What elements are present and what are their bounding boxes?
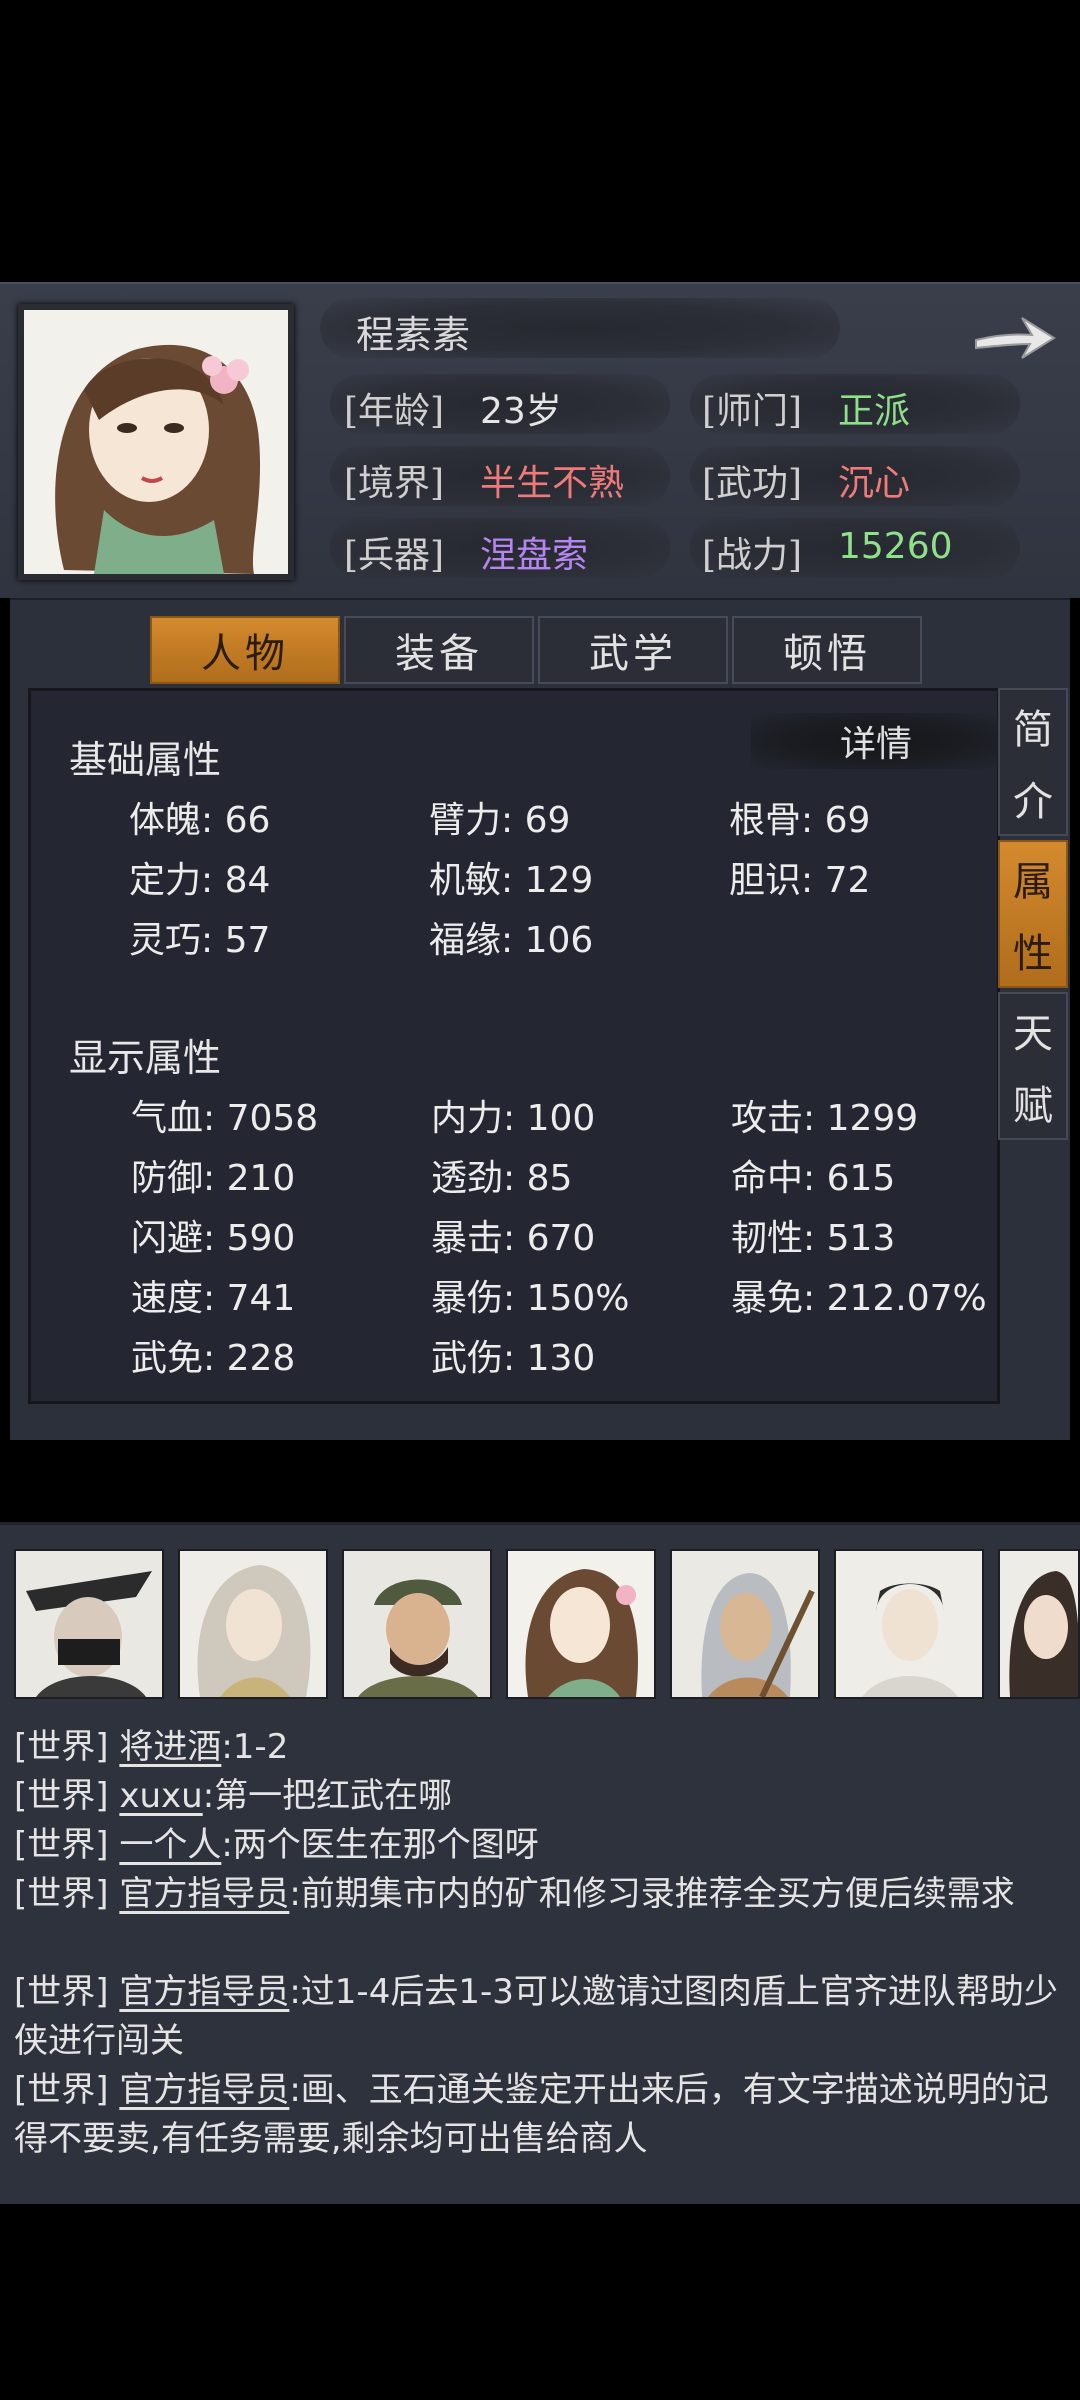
tab-enlightenment[interactable]: 顿悟: [732, 616, 922, 684]
details-button[interactable]: 详情: [751, 713, 1001, 769]
character-name: 程素素: [356, 313, 471, 357]
realm-value: 半生不熟: [480, 463, 625, 504]
chat-channel: [世界]: [14, 1776, 109, 1816]
power-label: [战力]: [702, 535, 803, 576]
chat-message: [世界] 官方指导员:前期集市内的矿和修习录推荐全买方便后续需求: [14, 1870, 1064, 1919]
tab-character[interactable]: 人物: [150, 616, 340, 684]
stat-item: 透劲: 85: [431, 1158, 573, 1199]
chat-message: [世界] 将进酒:1-2: [14, 1723, 1064, 1772]
display-attributes-title: 显示属性: [69, 1036, 222, 1080]
stat-item: 暴免: 212.07%: [731, 1278, 987, 1319]
stat-item: 福缘: 106: [429, 920, 594, 961]
chat-username[interactable]: 官方指导员: [119, 1972, 289, 2012]
sect-value: 正派: [838, 391, 911, 432]
stat-item: 暴伤: 150%: [431, 1278, 630, 1319]
stat-item: 定力: 84: [129, 860, 271, 901]
side-tab-char: 简: [1013, 707, 1053, 753]
party-avatar[interactable]: [834, 1549, 984, 1699]
chat-message: [世界] 官方指导员:过1-4后去1-3可以邀请过图肉盾上官齐进队帮助少侠进行闯…: [14, 1968, 1064, 2066]
chat-username[interactable]: xuxu: [119, 1776, 202, 1816]
weapon-value: 涅盘索: [480, 535, 589, 576]
side-tab-char: 属: [1013, 859, 1053, 905]
age-value: 23岁: [480, 391, 562, 432]
stat-item: 攻击: 1299: [731, 1098, 919, 1139]
party-avatar[interactable]: [178, 1549, 328, 1699]
chat-channel: [世界]: [14, 1972, 109, 2012]
stat-item: 根骨: 69: [729, 800, 871, 841]
chat-text: :第一把红武在哪: [202, 1776, 453, 1816]
party-avatar[interactable]: [670, 1549, 820, 1699]
chat-text: :前期集市内的矿和修习录推荐全买方便后续需求: [289, 1874, 1015, 1914]
martial-label: [武功]: [702, 463, 803, 504]
stat-item: 机敏: 129: [429, 860, 594, 901]
stat-item: 灵巧: 57: [129, 920, 271, 961]
chat-channel: [世界]: [14, 2070, 109, 2110]
chat-message: [世界] 官方指导员:画、玉石通关鉴定开出来后，有文字描述说明的记得不要卖,有任…: [14, 2066, 1064, 2164]
chat-username[interactable]: 一个人: [119, 1825, 221, 1865]
martial-value: 沉心: [838, 463, 911, 504]
side-tab-char: 天: [1013, 1011, 1053, 1057]
weapon-label: [兵器]: [344, 535, 445, 576]
stat-item: 韧性: 513: [731, 1218, 896, 1259]
party-avatar[interactable]: [342, 1549, 492, 1699]
stat-item: 气血: 7058: [131, 1098, 319, 1139]
tab-equipment[interactable]: 装备: [344, 616, 534, 684]
stat-item: 命中: 615: [731, 1158, 896, 1199]
stat-item: 内力: 100: [431, 1098, 596, 1139]
power-value: 15260: [838, 526, 953, 567]
chat-message: [世界] 一个人:两个医生在那个图呀: [14, 1821, 1064, 1870]
next-character-arrow-icon[interactable]: [970, 304, 1060, 370]
chat-channel: [世界]: [14, 1874, 109, 1914]
stat-item: 体魄: 66: [129, 800, 271, 841]
party-avatar[interactable]: [14, 1549, 164, 1699]
chat-text: :1-2: [221, 1727, 289, 1767]
side-tab-char: 赋: [1013, 1083, 1053, 1129]
party-avatar[interactable]: [998, 1549, 1080, 1699]
tab-martial-arts[interactable]: 武学: [538, 616, 728, 684]
portrait-illustration: [24, 310, 288, 574]
stat-item: 暴击: 670: [431, 1218, 596, 1259]
age-label: [年龄]: [344, 391, 445, 432]
character-portrait: [18, 304, 294, 580]
side-tab-char: 性: [1013, 931, 1053, 977]
side-tab-talent[interactable]: 天 赋: [998, 992, 1068, 1140]
stat-item: 防御: 210: [131, 1158, 296, 1199]
chat-area: [世界] 将进酒:1-2 [世界] xuxu:第一把红武在哪 [世界] 一个人:…: [0, 1522, 1080, 2204]
chat-text: :两个医生在那个图呀: [221, 1825, 539, 1865]
basic-attributes-title: 基础属性: [69, 738, 222, 782]
realm-label: [境界]: [344, 463, 445, 504]
character-header: 程素素 [年龄] 23岁 [师门] 正派 [境界] 半生不熟 [武功] 沉心 […: [0, 282, 1080, 598]
chat-message: [世界] xuxu:第一把红武在哪: [14, 1772, 1064, 1821]
side-tab-char: 介: [1013, 779, 1053, 825]
chat-username[interactable]: 官方指导员: [119, 2070, 289, 2110]
sect-label: [师门]: [702, 391, 803, 432]
stat-item: 速度: 741: [131, 1278, 296, 1319]
attributes-panel: 基础属性 详情 体魄: 66 臂力: 69 根骨: 69 定力: 84 机敏: …: [28, 688, 1001, 1404]
chat-username[interactable]: 官方指导员: [119, 1874, 289, 1914]
stat-item: 武免: 228: [131, 1338, 296, 1379]
chat-username[interactable]: 将进酒: [119, 1727, 221, 1767]
stats-area: 人物 装备 武学 顿悟 基础属性 详情 体魄: 66 臂力: 69 根骨: 69…: [10, 598, 1070, 1440]
stat-item: 闪避: 590: [131, 1218, 296, 1259]
stat-item: 武伤: 130: [431, 1338, 596, 1379]
stat-item: 胆识: 72: [729, 860, 871, 901]
chat-channel: [世界]: [14, 1727, 109, 1767]
chat-channel: [世界]: [14, 1825, 109, 1865]
stat-item: 臂力: 69: [429, 800, 571, 841]
party-avatar[interactable]: [506, 1549, 656, 1699]
side-tab-intro[interactable]: 简 介: [998, 688, 1068, 836]
side-tab-attributes[interactable]: 属 性: [998, 840, 1068, 988]
